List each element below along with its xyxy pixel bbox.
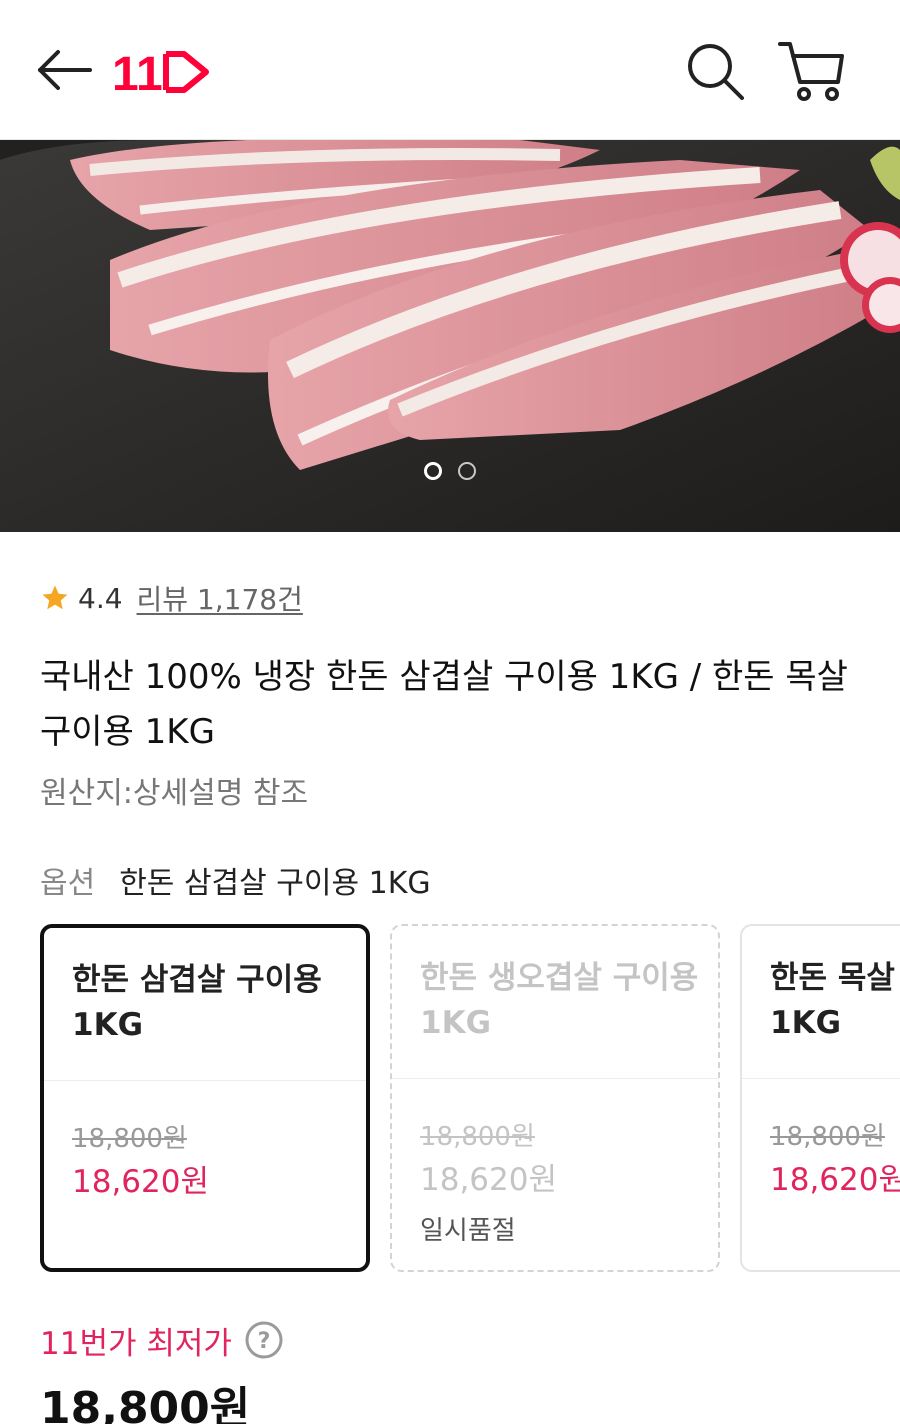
option-summary: 옵션 한돈 삼겹살 구이용 1KG bbox=[40, 858, 431, 902]
option-original-price: 18,800원 bbox=[72, 1124, 187, 1154]
option-name: 한돈 삼겹살 구이용 1KG bbox=[72, 962, 322, 1043]
option-sale-price: 18,620원 bbox=[420, 1162, 557, 1198]
option-original-price: 18,800원 bbox=[770, 1122, 885, 1152]
back-button[interactable] bbox=[30, 40, 100, 100]
rating-score: 4.4 bbox=[78, 581, 123, 615]
gallery-dot-1[interactable] bbox=[424, 462, 442, 480]
option-label: 옵션 bbox=[40, 866, 96, 901]
review-count-link[interactable]: 리뷰 1,178건 bbox=[137, 578, 303, 618]
cart-button[interactable] bbox=[776, 36, 848, 106]
logo-11st[interactable]: 11 bbox=[112, 44, 212, 101]
lowest-price-row: 11번가 최저가 ? bbox=[40, 1318, 284, 1362]
option-card-selected[interactable]: 한돈 삼겹살 구이용 1KG 18,800원 18,620원 bbox=[40, 924, 370, 1272]
top-header: 11 bbox=[0, 0, 900, 140]
option-sale-price: 18,620원 bbox=[72, 1164, 209, 1200]
logo-text: 11 bbox=[112, 48, 163, 100]
option-status-badge: 일시품절 bbox=[420, 1216, 516, 1246]
card-divider bbox=[44, 1080, 366, 1081]
card-divider bbox=[392, 1078, 718, 1079]
option-sale-price: 18,620원 bbox=[770, 1162, 900, 1198]
card-divider bbox=[742, 1078, 900, 1079]
lowest-price-label: 11번가 최저가 bbox=[40, 1325, 232, 1362]
option-selected-value: 한돈 삼겹살 구이용 1KG bbox=[119, 866, 431, 901]
cart-icon bbox=[778, 42, 844, 101]
option-name: 한돈 생오겹살 구이용 1KG bbox=[420, 960, 699, 1041]
question-circle-icon[interactable]: ? bbox=[244, 1320, 284, 1360]
star-icon bbox=[42, 585, 68, 610]
svg-text:?: ? bbox=[258, 1329, 271, 1354]
option-card-soldout[interactable]: 한돈 생오겹살 구이용 1KG 18,800원 18,620원 일시품절 bbox=[390, 924, 720, 1272]
option-original-price: 18,800원 bbox=[420, 1122, 535, 1152]
search-icon bbox=[688, 44, 744, 100]
product-price: 18,800원 bbox=[40, 1383, 251, 1424]
option-card-3[interactable]: 한돈 목살 1KG 18,800원 18,620원 bbox=[740, 924, 900, 1272]
product-title: 국내산 100% 냉장 한돈 삼겹살 구이용 1KG / 한돈 목살 구이용 1… bbox=[40, 657, 848, 752]
product-origin: 원산지:상세설명 참조 bbox=[40, 776, 309, 811]
option-name: 한돈 목살 1KG bbox=[770, 960, 895, 1041]
gallery-dot-2[interactable] bbox=[458, 462, 476, 480]
gallery-indicator bbox=[0, 462, 900, 484]
product-image-gallery[interactable] bbox=[0, 140, 900, 532]
arrow-left-icon bbox=[38, 50, 92, 90]
search-button[interactable] bbox=[680, 36, 750, 106]
rating-summary: 4.4 리뷰 1,178건 bbox=[40, 578, 303, 618]
